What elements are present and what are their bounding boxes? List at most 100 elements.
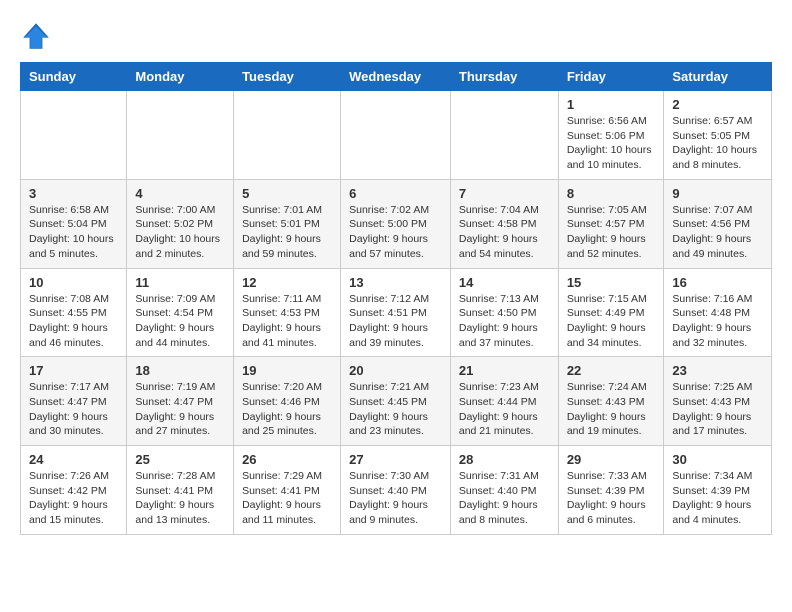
day-cell: 18 Sunrise: 7:19 AM Sunset: 4:47 PM Dayli… <box>127 357 234 446</box>
day-cell: 19 Sunrise: 7:20 AM Sunset: 4:46 PM Dayli… <box>234 357 341 446</box>
day-cell: 28 Sunrise: 7:31 AM Sunset: 4:40 PM Dayli… <box>450 446 558 535</box>
day-info: Sunrise: 7:31 AM Sunset: 4:40 PM Dayligh… <box>459 469 550 528</box>
day-number: 11 <box>135 275 225 290</box>
day-number: 30 <box>672 452 763 467</box>
day-number: 19 <box>242 363 332 378</box>
day-info: Sunrise: 7:23 AM Sunset: 4:44 PM Dayligh… <box>459 380 550 439</box>
day-number: 29 <box>567 452 656 467</box>
week-row-3: 10 Sunrise: 7:08 AM Sunset: 4:55 PM Dayli… <box>21 268 772 357</box>
header-day-friday: Friday <box>558 63 664 91</box>
day-cell <box>21 91 127 180</box>
day-cell: 11 Sunrise: 7:09 AM Sunset: 4:54 PM Dayli… <box>127 268 234 357</box>
day-cell: 5 Sunrise: 7:01 AM Sunset: 5:01 PM Daylig… <box>234 179 341 268</box>
day-number: 14 <box>459 275 550 290</box>
day-info: Sunrise: 7:16 AM Sunset: 4:48 PM Dayligh… <box>672 292 763 351</box>
week-row-5: 24Sunrise: 7:26 AM Sunset: 4:42 PM Dayli… <box>21 446 772 535</box>
day-cell: 13 Sunrise: 7:12 AM Sunset: 4:51 PM Dayli… <box>341 268 451 357</box>
day-info: Sunrise: 7:13 AM Sunset: 4:50 PM Dayligh… <box>459 292 550 351</box>
day-info: Sunrise: 7:05 AM Sunset: 4:57 PM Dayligh… <box>567 203 656 262</box>
calendar-table: SundayMondayTuesdayWednesdayThursdayFrid… <box>20 62 772 535</box>
day-number: 3 <box>29 186 118 201</box>
week-row-2: 3 Sunrise: 6:58 AM Sunset: 5:04 PM Daylig… <box>21 179 772 268</box>
day-info: Sunrise: 7:19 AM Sunset: 4:47 PM Dayligh… <box>135 380 225 439</box>
day-info: Sunrise: 7:24 AM Sunset: 4:43 PM Dayligh… <box>567 380 656 439</box>
day-cell: 6 Sunrise: 7:02 AM Sunset: 5:00 PM Daylig… <box>341 179 451 268</box>
day-number: 26 <box>242 452 332 467</box>
day-cell <box>127 91 234 180</box>
day-number: 28 <box>459 452 550 467</box>
day-number: 21 <box>459 363 550 378</box>
page-header <box>20 20 772 52</box>
day-number: 8 <box>567 186 656 201</box>
day-cell: 15 Sunrise: 7:15 AM Sunset: 4:49 PM Dayli… <box>558 268 664 357</box>
logo <box>20 20 56 52</box>
day-info: Sunrise: 7:33 AM Sunset: 4:39 PM Dayligh… <box>567 469 656 528</box>
day-cell <box>450 91 558 180</box>
day-cell: 2 Sunrise: 6:57 AM Sunset: 5:05 PM Daylig… <box>664 91 772 180</box>
day-cell: 23 Sunrise: 7:25 AM Sunset: 4:43 PM Dayli… <box>664 357 772 446</box>
day-cell: 27 Sunrise: 7:30 AM Sunset: 4:40 PM Dayli… <box>341 446 451 535</box>
header-day-wednesday: Wednesday <box>341 63 451 91</box>
day-info: Sunrise: 7:01 AM Sunset: 5:01 PM Dayligh… <box>242 203 332 262</box>
day-number: 18 <box>135 363 225 378</box>
day-number: 5 <box>242 186 332 201</box>
day-number: 13 <box>349 275 442 290</box>
week-row-1: 1 Sunrise: 6:56 AM Sunset: 5:06 PM Daylig… <box>21 91 772 180</box>
day-number: 22 <box>567 363 656 378</box>
day-cell: 12 Sunrise: 7:11 AM Sunset: 4:53 PM Dayli… <box>234 268 341 357</box>
day-info: Sunrise: 6:56 AM Sunset: 5:06 PM Dayligh… <box>567 114 656 173</box>
day-cell: 1 Sunrise: 6:56 AM Sunset: 5:06 PM Daylig… <box>558 91 664 180</box>
day-cell: 20 Sunrise: 7:21 AM Sunset: 4:45 PM Dayli… <box>341 357 451 446</box>
day-info: Sunrise: 7:07 AM Sunset: 4:56 PM Dayligh… <box>672 203 763 262</box>
day-info: Sunrise: 7:30 AM Sunset: 4:40 PM Dayligh… <box>349 469 442 528</box>
header-day-saturday: Saturday <box>664 63 772 91</box>
day-info: Sunrise: 7:25 AM Sunset: 4:43 PM Dayligh… <box>672 380 763 439</box>
day-cell <box>234 91 341 180</box>
day-info: Sunrise: 7:11 AM Sunset: 4:53 PM Dayligh… <box>242 292 332 351</box>
day-info: Sunrise: 7:21 AM Sunset: 4:45 PM Dayligh… <box>349 380 442 439</box>
day-number: 7 <box>459 186 550 201</box>
day-cell: 22 Sunrise: 7:24 AM Sunset: 4:43 PM Dayli… <box>558 357 664 446</box>
day-info: Sunrise: 7:20 AM Sunset: 4:46 PM Dayligh… <box>242 380 332 439</box>
day-info: Sunrise: 7:15 AM Sunset: 4:49 PM Dayligh… <box>567 292 656 351</box>
day-number: 10 <box>29 275 118 290</box>
day-number: 20 <box>349 363 442 378</box>
day-info: Sunrise: 7:04 AM Sunset: 4:58 PM Dayligh… <box>459 203 550 262</box>
day-number: 23 <box>672 363 763 378</box>
day-info: Sunrise: 7:02 AM Sunset: 5:00 PM Dayligh… <box>349 203 442 262</box>
day-info: Sunrise: 7:17 AM Sunset: 4:47 PM Dayligh… <box>29 380 118 439</box>
day-info: Sunrise: 7:12 AM Sunset: 4:51 PM Dayligh… <box>349 292 442 351</box>
day-info: Sunrise: 7:09 AM Sunset: 4:54 PM Dayligh… <box>135 292 225 351</box>
day-cell: 30 Sunrise: 7:34 AM Sunset: 4:39 PM Dayli… <box>664 446 772 535</box>
day-cell <box>341 91 451 180</box>
day-cell: 8 Sunrise: 7:05 AM Sunset: 4:57 PM Daylig… <box>558 179 664 268</box>
day-number: 1 <box>567 97 656 112</box>
header-day-tuesday: Tuesday <box>234 63 341 91</box>
header-day-sunday: Sunday <box>21 63 127 91</box>
header-day-monday: Monday <box>127 63 234 91</box>
day-info: Sunrise: 7:00 AM Sunset: 5:02 PM Dayligh… <box>135 203 225 262</box>
day-cell: 21 Sunrise: 7:23 AM Sunset: 4:44 PM Dayli… <box>450 357 558 446</box>
day-number: 6 <box>349 186 442 201</box>
day-cell: 10 Sunrise: 7:08 AM Sunset: 4:55 PM Dayli… <box>21 268 127 357</box>
day-cell: 25Sunrise: 7:28 AM Sunset: 4:41 PM Dayli… <box>127 446 234 535</box>
day-cell: 3 Sunrise: 6:58 AM Sunset: 5:04 PM Daylig… <box>21 179 127 268</box>
day-cell: 26Sunrise: 7:29 AM Sunset: 4:41 PM Dayli… <box>234 446 341 535</box>
day-info: Sunrise: 7:34 AM Sunset: 4:39 PM Dayligh… <box>672 469 763 528</box>
day-cell: 9Sunrise: 7:07 AM Sunset: 4:56 PM Daylig… <box>664 179 772 268</box>
week-row-4: 17Sunrise: 7:17 AM Sunset: 4:47 PM Dayli… <box>21 357 772 446</box>
day-number: 15 <box>567 275 656 290</box>
day-number: 2 <box>672 97 763 112</box>
day-number: 4 <box>135 186 225 201</box>
day-cell: 29 Sunrise: 7:33 AM Sunset: 4:39 PM Dayli… <box>558 446 664 535</box>
day-number: 12 <box>242 275 332 290</box>
day-info: Sunrise: 6:58 AM Sunset: 5:04 PM Dayligh… <box>29 203 118 262</box>
day-number: 27 <box>349 452 442 467</box>
day-info: Sunrise: 7:08 AM Sunset: 4:55 PM Dayligh… <box>29 292 118 351</box>
day-info: Sunrise: 6:57 AM Sunset: 5:05 PM Dayligh… <box>672 114 763 173</box>
header-row: SundayMondayTuesdayWednesdayThursdayFrid… <box>21 63 772 91</box>
day-cell: 16 Sunrise: 7:16 AM Sunset: 4:48 PM Dayli… <box>664 268 772 357</box>
day-info: Sunrise: 7:28 AM Sunset: 4:41 PM Dayligh… <box>135 469 225 528</box>
day-info: Sunrise: 7:26 AM Sunset: 4:42 PM Dayligh… <box>29 469 118 528</box>
day-number: 16 <box>672 275 763 290</box>
